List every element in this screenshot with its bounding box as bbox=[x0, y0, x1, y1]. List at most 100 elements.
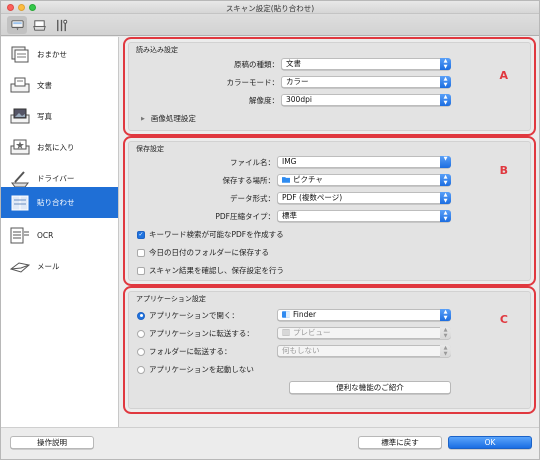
defaults-button[interactable]: 標準に戻す bbox=[358, 436, 442, 449]
sidebar-item-favorites[interactable]: お気に入り bbox=[1, 132, 118, 163]
checkbox-label: キーワード検索が可能なPDFを作成する bbox=[149, 230, 284, 239]
pdf-compression-value: 標準 bbox=[282, 211, 297, 220]
do-not-start-app-radio[interactable]: アプリケーションを起動しない bbox=[137, 364, 254, 375]
send-to-folder-radio[interactable]: フォルダーに転送する： bbox=[137, 346, 232, 357]
scanner-icon bbox=[10, 19, 24, 30]
checkbox-box bbox=[137, 248, 145, 257]
checkbox-box bbox=[137, 266, 145, 275]
finder-icon bbox=[282, 311, 290, 318]
app-settings-section: アプリケーション設定 アプリケーションで開く： Finder ▲ ▼ アプリケーシ… bbox=[123, 286, 536, 414]
sidebar-item-label: メール bbox=[37, 262, 60, 271]
file-name-value: IMG bbox=[282, 157, 297, 166]
radio-indicator bbox=[137, 365, 145, 374]
settings-panel: 読み込み設定 原稿の種類： 文書 ▲ ▼ カラーモード： カラー ▲ ▼ 解像度： … bbox=[120, 37, 539, 427]
save-in-label: 保存する場所： bbox=[222, 176, 276, 185]
open-with-app-select[interactable]: Finder ▲ ▼ bbox=[277, 309, 451, 321]
chevron-updown-icon: ▲ ▼ bbox=[440, 76, 451, 88]
section-marker-c: C bbox=[499, 313, 508, 326]
ocr-icon bbox=[7, 225, 33, 247]
radio-label: アプリケーションに転送する： bbox=[149, 329, 254, 338]
data-format-label: データ形式： bbox=[230, 194, 275, 203]
color-mode-value: カラー bbox=[286, 77, 309, 86]
scan-options-section: 読み込み設定 原稿の種類： 文書 ▲ ▼ カラーモード： カラー ▲ ▼ 解像度： … bbox=[123, 37, 536, 136]
photo-icon bbox=[7, 106, 33, 128]
folder-icon bbox=[282, 177, 290, 183]
open-with-app-radio[interactable]: アプリケーションで開く： bbox=[137, 310, 239, 321]
keyword-searchable-pdf-checkbox[interactable]: ✓ キーワード検索が可能なPDFを作成する bbox=[137, 229, 284, 240]
chevron-updown-icon: ▲ ▼ bbox=[440, 327, 451, 339]
dialog-footer: 操作説明 標準に戻す OK bbox=[1, 427, 539, 459]
send-to-app-value: プレビュー bbox=[293, 328, 331, 337]
tools-icon bbox=[56, 19, 67, 31]
chevron-updown-icon: ▲ ▼ bbox=[440, 192, 451, 204]
stitch-icon bbox=[7, 192, 33, 214]
sidebar-item-ocr[interactable]: OCR bbox=[1, 220, 118, 251]
sidebar-item-mail[interactable]: メール bbox=[1, 251, 118, 282]
save-in-select[interactable]: ピクチャ ▲ ▼ bbox=[277, 174, 451, 186]
settings-toolbar bbox=[1, 14, 539, 36]
tray-icon bbox=[32, 19, 46, 31]
favorite-icon bbox=[7, 137, 33, 159]
data-format-select[interactable]: PDF (複数ページ) ▲ ▼ bbox=[277, 192, 451, 204]
resolution-value: 300dpi bbox=[286, 95, 312, 104]
save-to-date-folder-checkbox[interactable]: 今日の日付のフォルダーに保存する bbox=[137, 247, 269, 258]
sidebar-item-label: 写真 bbox=[37, 112, 52, 121]
image-processing-label: 画像処理設定 bbox=[150, 114, 196, 123]
source-value: 文書 bbox=[286, 59, 301, 68]
tab-operation-panel[interactable] bbox=[29, 16, 49, 34]
color-mode-select[interactable]: カラー ▲ ▼ bbox=[281, 76, 451, 88]
mail-icon bbox=[7, 256, 33, 278]
radio-indicator bbox=[137, 329, 145, 338]
send-to-app-radio[interactable]: アプリケーションに転送する： bbox=[137, 328, 254, 339]
ok-button[interactable]: OK bbox=[448, 436, 532, 449]
auto-scan-icon bbox=[7, 44, 33, 66]
sidebar-item-stitch[interactable]: 貼り合わせ bbox=[1, 187, 118, 218]
scan-options-title: 読み込み設定 bbox=[136, 46, 178, 54]
tab-scanner-settings[interactable] bbox=[7, 16, 27, 34]
send-to-app-select[interactable]: プレビュー ▲ ▼ bbox=[277, 327, 451, 339]
chevron-updown-icon: ▲ ▼ bbox=[440, 94, 451, 106]
radio-indicator bbox=[137, 347, 145, 356]
radio-label: アプリケーションを起動しない bbox=[149, 365, 254, 374]
instructions-button[interactable]: 操作説明 bbox=[10, 436, 94, 449]
sidebar-item-label: おまかせ bbox=[37, 50, 67, 59]
sidebar-item-photo[interactable]: 写真 bbox=[1, 101, 118, 132]
radio-label: アプリケーションで開く： bbox=[149, 311, 239, 320]
chevron-updown-icon: ▲ ▼ bbox=[440, 58, 451, 70]
sidebar-item-document[interactable]: 文書 bbox=[1, 70, 118, 101]
send-to-folder-select[interactable]: 何もしない ▲ ▼ bbox=[277, 345, 451, 357]
tab-general-settings[interactable] bbox=[51, 16, 71, 34]
window-title: スキャン設定(貼り合わせ) bbox=[225, 4, 315, 13]
sidebar-item-label: OCR bbox=[37, 231, 54, 240]
image-processing-disclosure[interactable]: ▶ 画像処理設定 bbox=[141, 113, 196, 124]
chevron-down-icon: ▼ bbox=[440, 156, 451, 168]
source-select[interactable]: 文書 ▲ ▼ bbox=[281, 58, 451, 70]
scan-mode-sidebar: おまかせ 文書 写真 お気に入り ドライバー 貼り合わせ OCR メール bbox=[1, 37, 119, 427]
radio-indicator bbox=[137, 311, 145, 320]
data-format-value: PDF (複数ページ) bbox=[282, 193, 343, 202]
chevron-updown-icon: ▲ ▼ bbox=[440, 309, 451, 321]
save-settings-section: 保存設定 ファイル名： IMG ▼ 保存する場所： ピクチャ ▲ ▼ データ形式：… bbox=[123, 136, 536, 286]
pdf-compression-select[interactable]: 標準 ▲ ▼ bbox=[277, 210, 451, 222]
app-settings-title: アプリケーション設定 bbox=[136, 295, 206, 303]
resolution-label: 解像度： bbox=[249, 96, 279, 105]
sidebar-item-label: お気に入り bbox=[37, 143, 75, 152]
sidebar-item-auto[interactable]: おまかせ bbox=[1, 39, 118, 70]
checkbox-label: スキャン結果を確認し、保存設定を行う bbox=[149, 266, 284, 275]
resolution-select[interactable]: 300dpi ▲ ▼ bbox=[281, 94, 451, 106]
chevron-updown-icon: ▲ ▼ bbox=[440, 345, 451, 357]
section-marker-a: A bbox=[499, 69, 508, 82]
source-label: 原稿の種類： bbox=[234, 60, 279, 69]
more-functions-button[interactable]: 便利な機能のご紹介 bbox=[289, 381, 451, 394]
sidebar-item-label: 貼り合わせ bbox=[37, 198, 75, 207]
preview-app-icon bbox=[282, 329, 290, 336]
save-in-value: ピクチャ bbox=[293, 175, 323, 184]
save-settings-title: 保存設定 bbox=[136, 145, 164, 153]
check-scan-results-checkbox[interactable]: スキャン結果を確認し、保存設定を行う bbox=[137, 265, 284, 276]
chevron-updown-icon: ▲ ▼ bbox=[440, 174, 451, 186]
sidebar-item-label: 文書 bbox=[37, 81, 52, 90]
file-name-combo[interactable]: IMG ▼ bbox=[277, 156, 451, 168]
document-icon bbox=[7, 75, 33, 97]
send-to-folder-value: 何もしない bbox=[282, 346, 320, 355]
color-mode-label: カラーモード： bbox=[226, 78, 280, 87]
